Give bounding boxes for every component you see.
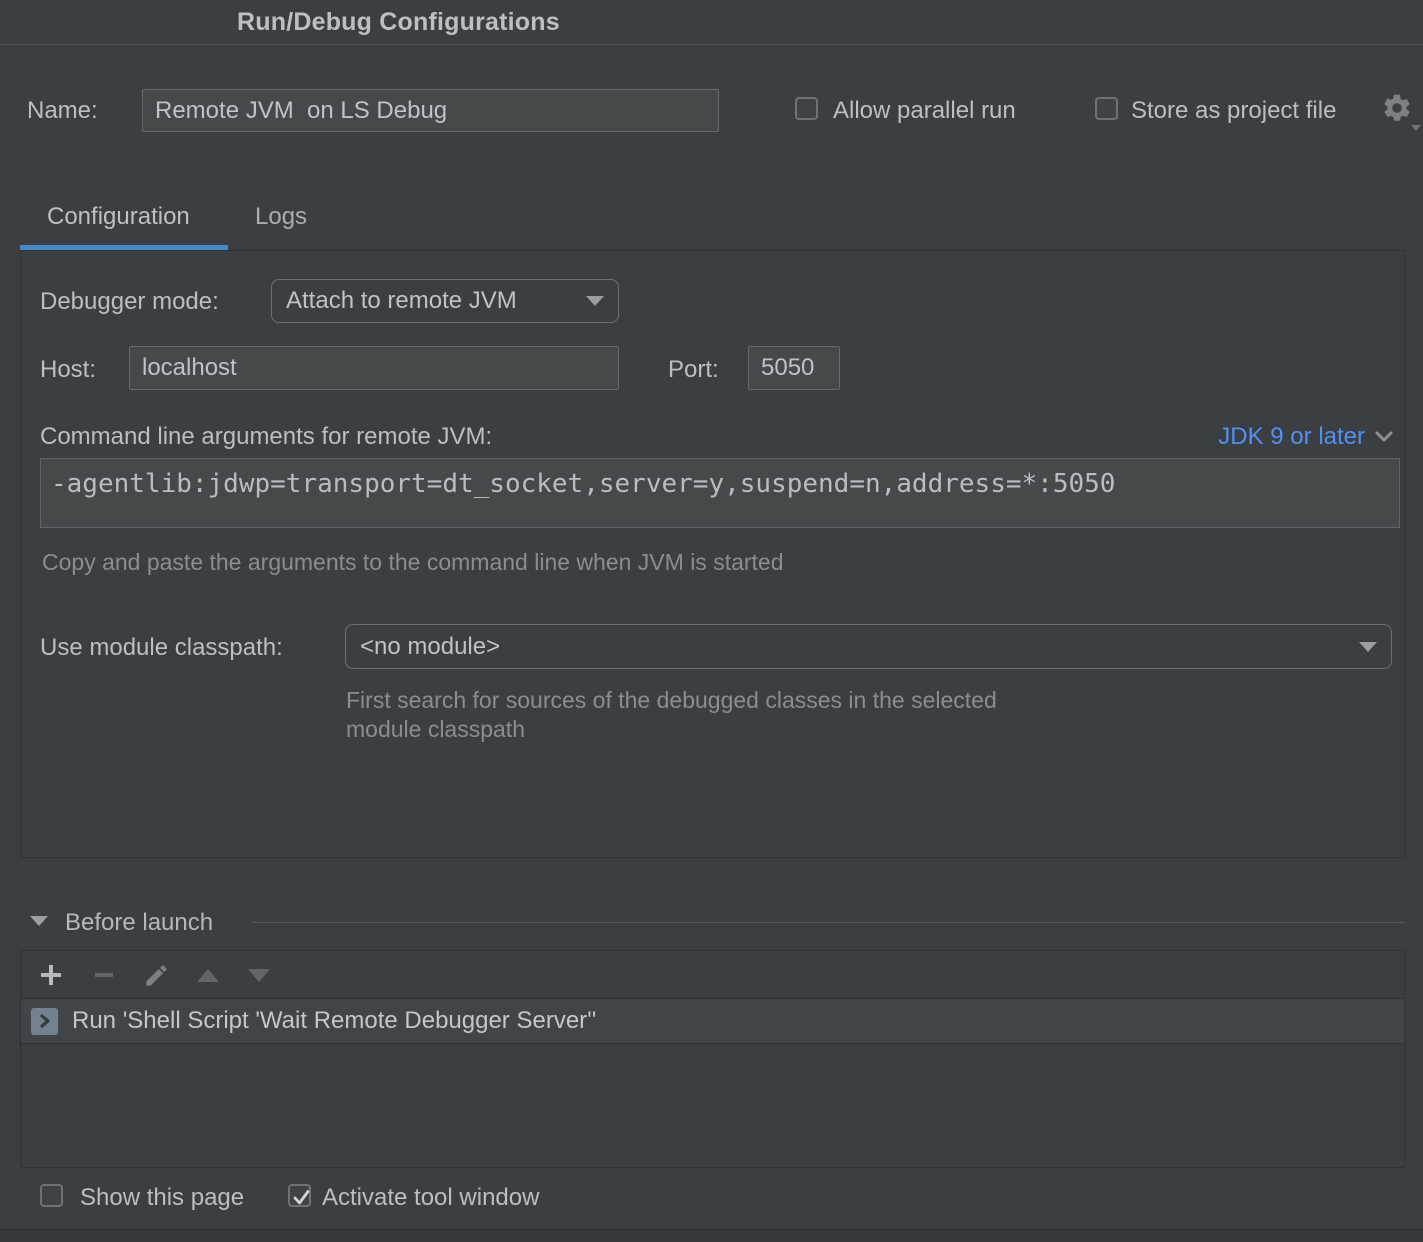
- module-classpath-label: Use module classpath:: [40, 634, 283, 662]
- chevron-down-icon: [1374, 430, 1394, 444]
- host-label: Host:: [40, 356, 96, 384]
- before-launch-task-label: Run 'Shell Script 'Wait Remote Debugger …: [72, 1007, 596, 1035]
- debugger-mode-label: Debugger mode:: [40, 288, 219, 316]
- store-as-project-file-label: Store as project file: [1131, 97, 1336, 125]
- move-down-icon: [248, 969, 270, 982]
- allow-parallel-run-label: Allow parallel run: [833, 97, 1016, 125]
- before-launch-list-panel: [20, 950, 1405, 1168]
- port-label: Port:: [668, 356, 719, 384]
- edit-button[interactable]: [138, 957, 174, 993]
- activate-tool-window-checkbox[interactable]: [288, 1184, 311, 1207]
- move-up-icon: [197, 969, 219, 982]
- cmdline-args-label: Command line arguments for remote JVM:: [40, 423, 492, 451]
- module-classpath-value: <no module>: [360, 633, 1359, 661]
- checkmark-icon: [291, 1187, 312, 1208]
- store-as-project-file-checkbox[interactable]: [1095, 97, 1118, 120]
- name-input[interactable]: [142, 89, 719, 132]
- port-input[interactable]: [748, 346, 840, 390]
- show-this-page-checkbox[interactable]: [40, 1184, 63, 1207]
- debugger-mode-value: Attach to remote JVM: [286, 287, 586, 315]
- move-down-button[interactable]: [241, 957, 277, 993]
- allow-parallel-run-checkbox[interactable]: [795, 97, 818, 120]
- remove-button[interactable]: [86, 957, 122, 993]
- module-classpath-hint: First search for sources of the debugged…: [346, 686, 1026, 744]
- tab-configuration[interactable]: Configuration: [47, 203, 190, 231]
- module-classpath-select[interactable]: <no module>: [345, 624, 1392, 669]
- before-launch-task-row[interactable]: Run 'Shell Script 'Wait Remote Debugger …: [21, 999, 1404, 1044]
- jdk-version-label: JDK 9 or later: [1218, 423, 1365, 451]
- collapse-section-icon[interactable]: [30, 916, 48, 926]
- cmdline-args-input[interactable]: -agentlib:jdwp=transport=dt_socket,serve…: [40, 458, 1400, 528]
- gear-dropdown-arrow-icon: [1411, 125, 1421, 131]
- move-up-button[interactable]: [190, 957, 226, 993]
- add-icon: [38, 962, 64, 988]
- before-launch-title: Before launch: [65, 909, 213, 937]
- section-divider: [252, 922, 1405, 923]
- run-script-icon: [31, 1008, 58, 1035]
- name-label: Name:: [27, 97, 98, 125]
- add-button[interactable]: [33, 957, 69, 993]
- edit-icon: [143, 962, 170, 989]
- tab-logs[interactable]: Logs: [255, 203, 307, 231]
- dialog-titlebar: Run/Debug Configurations: [0, 0, 1423, 45]
- chevron-down-icon: [586, 296, 604, 306]
- remove-icon: [91, 962, 117, 988]
- cmdline-args-hint: Copy and paste the arguments to the comm…: [42, 549, 784, 576]
- host-input[interactable]: [129, 346, 619, 390]
- chevron-down-icon: [1359, 642, 1377, 652]
- run-debug-configurations-dialog: Run/Debug Configurations Name: Allow par…: [0, 0, 1423, 1242]
- debugger-mode-select[interactable]: Attach to remote JVM: [271, 279, 619, 323]
- dialog-title: Run/Debug Configurations: [237, 0, 560, 45]
- jdk-version-selector[interactable]: JDK 9 or later: [1218, 423, 1394, 451]
- activate-tool-window-label: Activate tool window: [322, 1184, 539, 1212]
- show-this-page-label: Show this page: [80, 1184, 244, 1212]
- gear-icon[interactable]: [1381, 92, 1413, 129]
- dialog-footer-edge: [0, 1229, 1423, 1242]
